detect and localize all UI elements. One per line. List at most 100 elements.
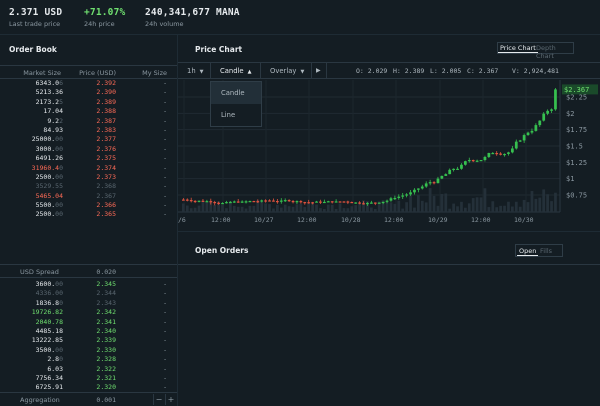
overlay-select[interactable]: Overlay ▼ [261, 63, 312, 79]
price-value: 2.392 [96, 79, 116, 87]
last-price-label: Last trade price [9, 20, 61, 28]
candle-body [385, 200, 389, 202]
asks-row[interactable]: 9.22 2.387 - [0, 117, 177, 126]
bids-row[interactable]: 3600.00 2.345 - [0, 280, 177, 289]
asks-row[interactable]: 5500.00 2.366 - [0, 201, 177, 210]
x-tick-label: 12:00 [471, 216, 491, 224]
candle-body [373, 202, 377, 204]
volume-bar [526, 202, 530, 212]
candle-body [522, 135, 526, 141]
col-market-size: Market Size [23, 69, 61, 77]
volume-bar [334, 208, 338, 212]
price-change-label: 24h price [84, 20, 115, 28]
bids-row[interactable]: 4336.00 2.344 - [0, 289, 177, 298]
y-tick-label: $2.25 [566, 94, 587, 102]
tab-depth-chart[interactable]: Depth Chart [536, 44, 573, 60]
y-tick-label: $1.25 [566, 159, 587, 167]
candle-body [189, 200, 193, 202]
interval-select[interactable]: 1h ▼ [178, 63, 211, 79]
bids-row[interactable]: 13222.85 2.339 - [0, 336, 177, 345]
bids-row[interactable]: 19726.82 2.342 - [0, 308, 177, 317]
volume-bar [424, 202, 428, 212]
spread-value: 0.020 [96, 268, 116, 276]
volume-bar [514, 201, 518, 212]
dropdown-option-candle[interactable]: Candle [211, 82, 261, 104]
bids-row[interactable]: 2040.78 2.341 - [0, 318, 177, 327]
volume-bar [225, 208, 228, 212]
asks-row[interactable]: 17.04 2.388 - [0, 107, 177, 116]
volume-bar [432, 195, 436, 212]
orders-tab-group: Open Fills [515, 244, 563, 257]
bids-row[interactable]: 7756.34 2.321 - [0, 374, 177, 383]
bids-row[interactable]: 4485.18 2.340 - [0, 327, 177, 336]
bids-row[interactable]: 6.03 2.322 - [0, 365, 177, 374]
asks-row[interactable]: 6491.26 2.375 - [0, 154, 177, 163]
candle-body [291, 200, 295, 203]
chart-type-select[interactable]: Candle ▲ [211, 63, 261, 79]
aggregation-label: Aggregation [20, 396, 60, 404]
asks-row[interactable]: 5465.04 2.367 - [0, 192, 177, 201]
bids-row[interactable]: 2.80 2.328 - [0, 355, 177, 364]
market-size-value: 84.93 [43, 125, 63, 134]
bids-row[interactable]: 1836.80 2.343 - [0, 299, 177, 308]
x-tick-label: 12:00 [384, 216, 404, 224]
volume-bar [193, 207, 197, 212]
asks-row[interactable]: 5213.36 2.390 - [0, 88, 177, 97]
asks-row[interactable]: 2500.00 2.373 - [0, 173, 177, 182]
market-size-trailing-zeros: 2 [59, 116, 63, 125]
market-size-value: 2173.2 [35, 97, 60, 106]
candle-body [464, 161, 467, 165]
volume-bar [354, 205, 358, 212]
volume-bar [389, 202, 393, 212]
market-size-value: 3500. [35, 345, 56, 354]
aggregation-increase-button[interactable]: + [165, 394, 176, 405]
candle-body [272, 200, 275, 202]
chart-type-label: Candle [220, 67, 244, 75]
volume-bar [554, 192, 557, 212]
candle-body [518, 140, 522, 142]
candle-body [405, 194, 408, 196]
play-button[interactable]: ▶ [312, 63, 327, 79]
candle-body [511, 148, 514, 153]
volume-value: 240,341,677 MANA [145, 7, 240, 18]
asks-row[interactable]: 25000.00 2.377 - [0, 135, 177, 144]
candle-body [448, 169, 452, 175]
asks-row[interactable]: 6343.06 2.392 - [0, 79, 177, 88]
volume-bar [409, 195, 412, 212]
tab-open[interactable]: Open [517, 247, 539, 256]
market-size-value: 9.2 [47, 116, 60, 125]
tab-fills[interactable]: Fills [540, 247, 552, 255]
candle-body [221, 203, 224, 205]
asks-row[interactable]: 3000.00 2.376 - [0, 145, 177, 154]
chevron-up-icon: ▲ [247, 69, 252, 75]
asks-row[interactable]: 2173.25 2.389 - [0, 98, 177, 107]
market-size-value: 25000. [31, 135, 56, 144]
bids-row[interactable]: 3500.00 2.330 - [0, 346, 177, 355]
volume-bar [534, 198, 538, 212]
volume-bar [197, 205, 201, 212]
my-size-value: - [163, 79, 167, 87]
asks-row[interactable]: 2500.00 2.365 - [0, 210, 177, 219]
candle-body [323, 201, 326, 204]
volume-bar [221, 205, 224, 212]
candle-body [495, 152, 499, 155]
market-size: 17.04 [43, 107, 63, 115]
tab-price-chart[interactable]: Price Chart [498, 44, 538, 53]
dropdown-option-line[interactable]: Line [211, 104, 261, 126]
market-size: 5465.04 [36, 192, 63, 200]
x-tick-label: 10/28 [341, 216, 361, 224]
price-value: 2.340 [96, 326, 116, 335]
price-value: 2.383 [96, 125, 116, 134]
aggregation-decrease-button[interactable]: − [153, 394, 164, 405]
overlay-label: Overlay [270, 67, 297, 75]
asks-row[interactable]: 3529.55 2.368 - [0, 182, 177, 191]
volume-bar [264, 203, 267, 212]
market-size: 5500.00 [36, 201, 63, 209]
y-tick-label: $1 [566, 175, 574, 183]
candle-body [193, 200, 197, 203]
asks-row[interactable]: 31960.40 2.374 - [0, 164, 177, 173]
market-size-trailing-zeros: 5 [59, 97, 63, 106]
volume-bar [283, 204, 287, 212]
asks-row[interactable]: 84.93 2.383 - [0, 126, 177, 135]
market-size: 4336.00 [36, 289, 63, 297]
